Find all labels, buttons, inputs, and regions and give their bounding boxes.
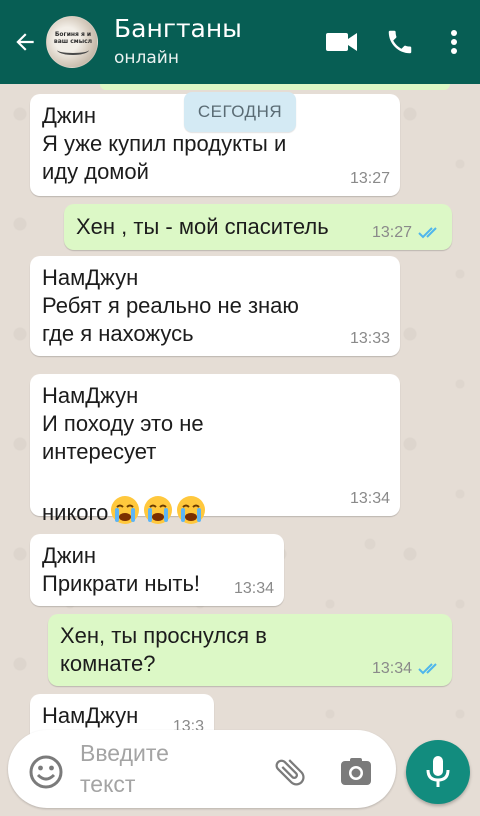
message-bubble-incoming[interactable]: НамДжун Ребят я реально не знаю где я на… <box>30 256 400 356</box>
read-receipt-icon <box>418 226 442 240</box>
message-text: Я уже купил продукты и иду домой <box>42 131 287 184</box>
avatar[interactable]: Богиня я и ваш смысл <box>46 16 98 68</box>
previous-message-edge <box>100 84 450 90</box>
message-bubble-incoming[interactable]: НамДжун И походу это не интересует никог… <box>30 374 400 525</box>
message-bubble-outgoing[interactable]: Хен, ты проснулся в комнате? 13:34 <box>48 614 452 686</box>
emoji-icon <box>29 755 63 789</box>
message-text: И походу это не интересует никого <box>42 410 388 527</box>
message-input[interactable] <box>80 738 260 800</box>
emoji-button[interactable] <box>28 754 64 790</box>
video-call-button[interactable] <box>324 20 360 64</box>
message-bubble-outgoing[interactable]: Хен , ты - мой спаситель 13:27 <box>64 204 452 250</box>
back-arrow-icon <box>16 33 34 51</box>
chat-title-block[interactable]: Бангтаны онлайн <box>114 14 324 70</box>
emoji-crying-icon <box>174 496 207 525</box>
voice-call-button[interactable] <box>382 20 418 64</box>
more-options-button[interactable] <box>442 20 466 64</box>
read-receipt-icon <box>418 662 442 676</box>
message-time: 13:33 <box>349 330 390 347</box>
avatar-signature <box>57 45 89 55</box>
chat-header: Богиня я и ваш смысл Бангтаны онлайн <box>0 0 480 84</box>
message-sender: Джин <box>42 543 97 568</box>
mic-icon <box>426 756 450 787</box>
message-bubble-incoming[interactable]: Джин Прикрати ныть! 13:34 <box>30 534 284 606</box>
chat-title: Бангтаны <box>114 14 242 43</box>
emoji-crying-icon <box>141 496 174 525</box>
message-text: Ребят я реально не знаю где я нахожусь <box>42 293 299 346</box>
message-time: 13:34 <box>349 490 390 507</box>
message-sender: НамДжун <box>42 265 139 290</box>
emoji-crying-icon <box>108 496 141 525</box>
camera-icon <box>341 758 371 785</box>
video-call-icon <box>326 33 357 51</box>
phone-icon <box>388 30 412 54</box>
attach-button[interactable] <box>270 752 310 792</box>
message-time: 13:27 <box>372 224 442 242</box>
message-time: 13:27 <box>349 170 390 187</box>
attach-icon <box>275 759 305 786</box>
chat-area[interactable]: Джин Я уже купил продукты и иду домой 13… <box>0 84 480 816</box>
back-button[interactable] <box>4 0 46 84</box>
chat-status: онлайн <box>114 48 179 68</box>
date-separator: СЕГОДНЯ <box>184 92 296 132</box>
camera-button[interactable] <box>336 752 376 792</box>
message-composer <box>8 730 396 808</box>
message-time: 13:34 <box>233 580 274 597</box>
more-vert-icon <box>451 30 457 54</box>
message-time: 13:34 <box>372 660 442 678</box>
avatar-caption: Богиня я и ваш смысл <box>53 31 93 45</box>
voice-record-button[interactable] <box>406 740 470 804</box>
message-sender: НамДжун <box>42 383 139 408</box>
